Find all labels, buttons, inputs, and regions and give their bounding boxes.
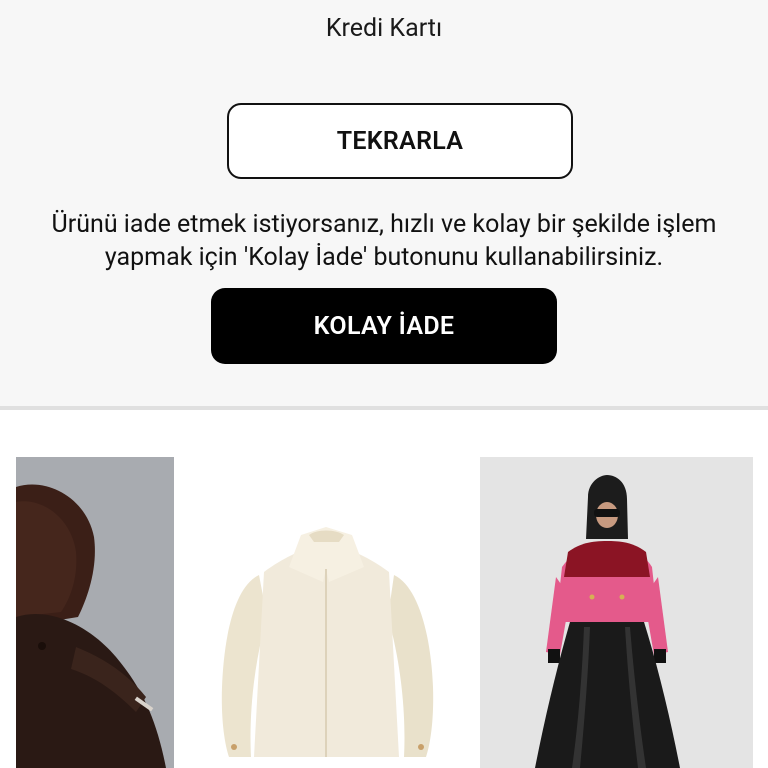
product-image [16, 457, 174, 768]
product-card[interactable] [16, 457, 174, 768]
retry-button[interactable]: TEKRARLA [227, 103, 573, 179]
return-info-line-1: Ürünü iade etmek istiyorsanız, hızlı ve … [51, 210, 717, 239]
product-image [480, 457, 753, 768]
product-card[interactable] [480, 457, 753, 768]
payment-method-label: Kredi Kartı [325, 14, 443, 43]
easy-return-button[interactable]: KOLAY İADE [211, 288, 557, 364]
return-info-text: Ürünü iade etmek istiyorsanız, hızlı ve … [0, 208, 768, 274]
product-image [189, 457, 464, 768]
product-carousel[interactable] [0, 410, 768, 768]
return-info-line-2: yapmak için 'Kolay İade' butonunu kullan… [104, 243, 664, 272]
product-card[interactable] [189, 457, 464, 768]
